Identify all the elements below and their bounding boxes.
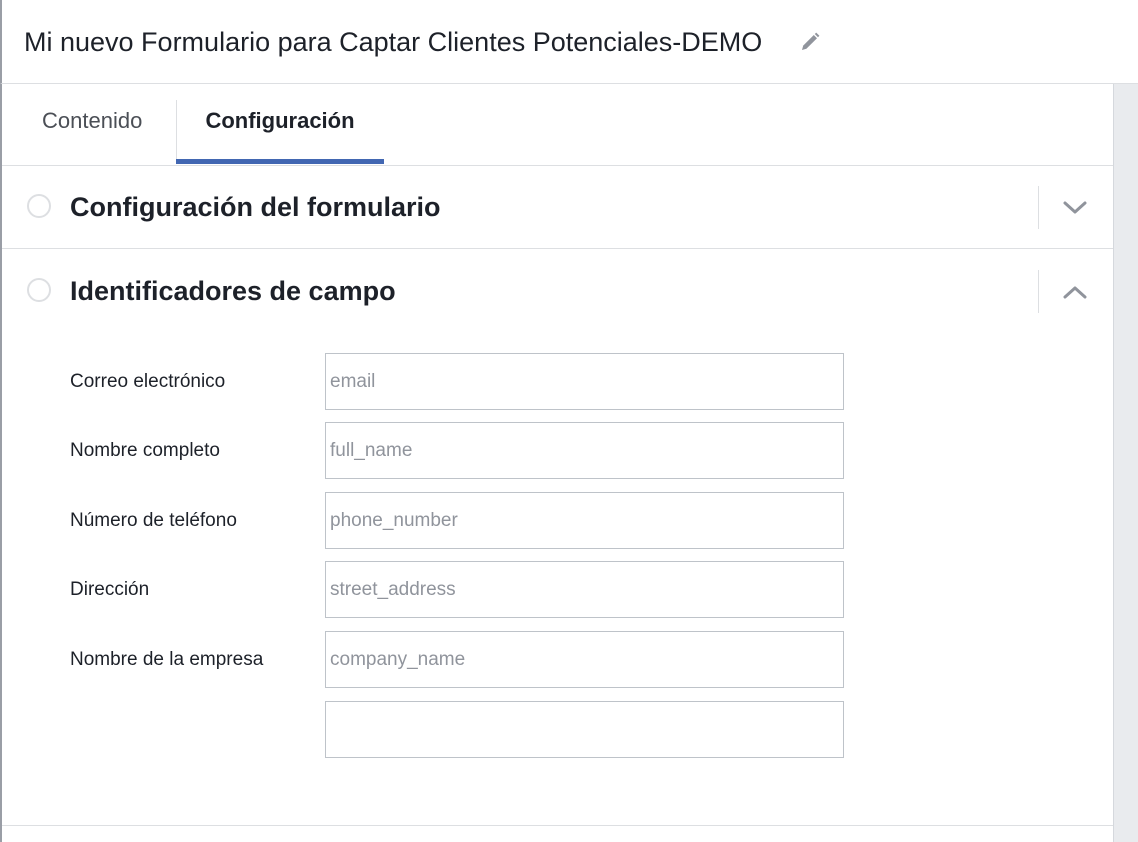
- phone-identifier-input[interactable]: [325, 492, 844, 549]
- section-divider: [1038, 270, 1039, 313]
- active-tab-indicator: [176, 159, 384, 164]
- section-divider: [1038, 186, 1039, 229]
- chevron-up-icon[interactable]: [1061, 278, 1089, 306]
- full-name-identifier-input[interactable]: [325, 422, 844, 479]
- field-row-full-name: Nombre completo: [2, 422, 1113, 480]
- field-label: Nombre de la empresa: [70, 649, 264, 670]
- field-label: Correo electrónico: [70, 371, 226, 392]
- field-row-empty: [2, 701, 1113, 759]
- form-title[interactable]: Mi nuevo Formulario para Captar Clientes…: [24, 26, 762, 58]
- tab-contenido[interactable]: Contenido: [42, 84, 142, 165]
- section-title: Configuración del formulario: [70, 192, 441, 222]
- section-form-settings[interactable]: Configuración del formulario: [2, 166, 1113, 249]
- section-status-radio: [27, 194, 51, 218]
- company-identifier-input[interactable]: [325, 631, 844, 688]
- extra-identifier-input[interactable]: [325, 701, 844, 758]
- chevron-down-icon[interactable]: [1061, 194, 1089, 222]
- field-label: Número de teléfono: [70, 510, 237, 531]
- tab-configuracion[interactable]: Configuración: [176, 84, 384, 165]
- field-label: Dirección: [70, 579, 150, 600]
- section-status-radio: [27, 278, 51, 302]
- field-label: Nombre completo: [70, 440, 220, 461]
- section-field-identifiers[interactable]: Identificadores de campo: [2, 250, 1113, 333]
- title-bar: Mi nuevo Formulario para Captar Clientes…: [0, 0, 1138, 84]
- field-row-address: Dirección: [2, 561, 1113, 619]
- right-gutter: [1113, 84, 1138, 842]
- field-row-phone: Número de teléfono: [2, 492, 1113, 550]
- address-identifier-input[interactable]: [325, 561, 844, 618]
- field-row-email: Correo electrónico: [2, 353, 1113, 411]
- pencil-icon[interactable]: [798, 30, 822, 54]
- email-identifier-input[interactable]: [325, 353, 844, 410]
- section-bottom-divider: [2, 825, 1113, 826]
- tab-bar: Contenido Configuración: [2, 84, 1113, 166]
- section-title: Identificadores de campo: [70, 276, 396, 306]
- settings-panel: Contenido Configuración Configuración de…: [0, 84, 1113, 842]
- field-row-company: Nombre de la empresa: [2, 631, 1113, 689]
- lead-form-editor: Mi nuevo Formulario para Captar Clientes…: [0, 0, 1138, 842]
